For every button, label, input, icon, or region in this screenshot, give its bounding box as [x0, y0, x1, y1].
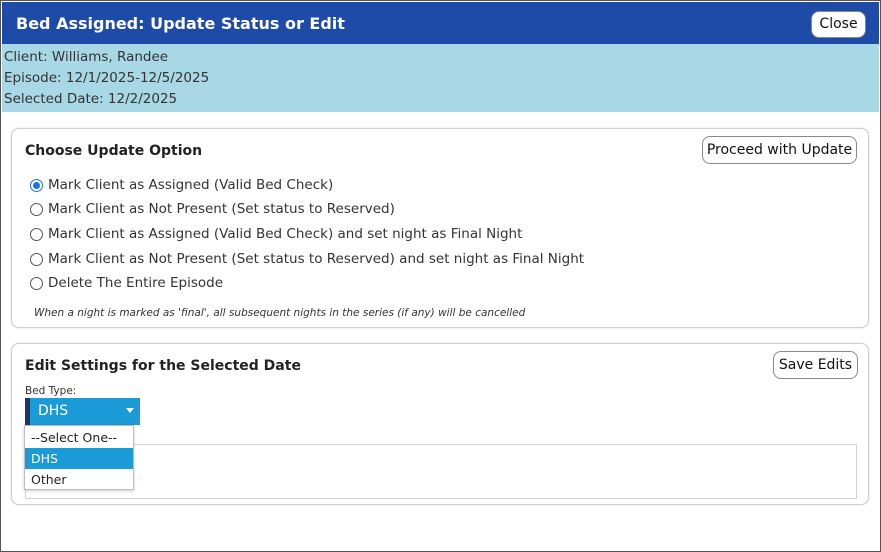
- option-mark-not-present-final[interactable]: Mark Client as Not Present (Set status t…: [30, 250, 584, 268]
- option-label: Mark Client as Assigned (Valid Bed Check…: [48, 226, 523, 242]
- dialog-title-bar: Bed Assigned: Update Status or Edit Clos…: [2, 2, 879, 44]
- option-mark-assigned[interactable]: Mark Client as Assigned (Valid Bed Check…: [30, 176, 333, 194]
- bed-type-value: DHS: [38, 403, 69, 419]
- chevron-down-icon: [126, 408, 134, 413]
- update-option-panel: Choose Update Option Proceed with Update…: [11, 128, 869, 328]
- bed-type-option-select-one[interactable]: --Select One--: [25, 427, 133, 448]
- notes-textarea[interactable]: [25, 444, 857, 499]
- radio-mark-assigned-final[interactable]: [30, 227, 43, 241]
- final-night-note: When a night is marked as 'final', all s…: [34, 307, 526, 319]
- client-info-bar: Client: Williams, Randee Episode: 12/1/2…: [2, 44, 879, 112]
- selected-date: Selected Date: 12/2/2025: [4, 91, 178, 107]
- radio-mark-not-present-final[interactable]: [30, 252, 43, 266]
- episode-range: Episode: 12/1/2025-12/5/2025: [4, 70, 210, 86]
- client-name: Client: Williams, Randee: [4, 49, 169, 65]
- bed-type-option-other[interactable]: Other: [25, 469, 133, 490]
- update-panel-heading: Choose Update Option: [25, 143, 203, 159]
- bed-type-select[interactable]: DHS: [25, 398, 140, 425]
- option-label: Mark Client as Assigned (Valid Bed Check…: [48, 177, 334, 193]
- option-mark-not-present[interactable]: Mark Client as Not Present (Set status t…: [30, 200, 395, 218]
- option-label: Delete The Entire Episode: [48, 275, 224, 291]
- dialog-title: Bed Assigned: Update Status or Edit: [16, 14, 345, 33]
- edit-panel-heading: Edit Settings for the Selected Date: [25, 358, 301, 374]
- bed-type-option-dhs[interactable]: DHS: [25, 448, 133, 469]
- radio-mark-assigned[interactable]: [30, 178, 43, 192]
- option-mark-assigned-final[interactable]: Mark Client as Assigned (Valid Bed Check…: [30, 225, 522, 243]
- option-label: Mark Client as Not Present (Set status t…: [48, 251, 585, 267]
- option-label: Mark Client as Not Present (Set status t…: [48, 201, 395, 217]
- save-edits-button[interactable]: Save Edits: [773, 351, 858, 379]
- radio-mark-not-present[interactable]: [30, 202, 43, 216]
- close-button[interactable]: Close: [811, 11, 866, 38]
- bed-type-label: Bed Type:: [25, 385, 77, 397]
- edit-settings-panel: Edit Settings for the Selected Date Save…: [11, 343, 869, 505]
- proceed-with-update-button[interactable]: Proceed with Update: [702, 136, 857, 164]
- radio-delete-episode[interactable]: [30, 276, 43, 290]
- option-delete-episode[interactable]: Delete The Entire Episode: [30, 274, 223, 292]
- bed-type-dropdown-list: --Select One-- DHS Other: [24, 425, 134, 490]
- bed-assigned-dialog: Bed Assigned: Update Status or Edit Clos…: [0, 0, 881, 552]
